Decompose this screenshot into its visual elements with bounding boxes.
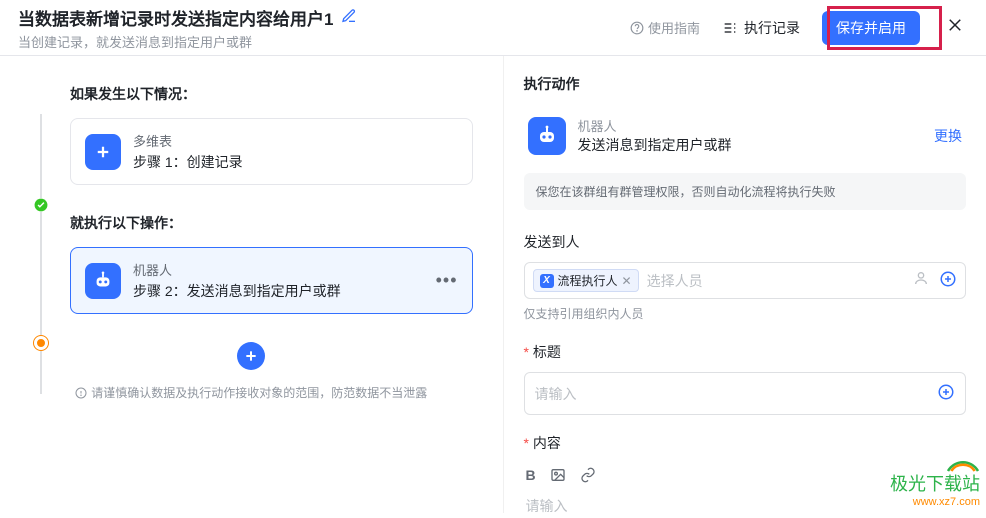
title-input[interactable]: 请输入 — [524, 372, 967, 415]
status-dot-pending — [34, 336, 48, 350]
action-title: 发送消息到指定用户或群 — [578, 135, 732, 155]
step-card-trigger[interactable]: 多维表 步骤 1：创建记录 — [70, 118, 473, 185]
guide-link[interactable]: 使用指南 — [630, 18, 700, 37]
privacy-tip: 请谨慎确认数据及执行动作接收对象的范围，防范数据不当泄露 — [30, 384, 473, 401]
image-icon[interactable] — [550, 467, 566, 486]
insert-variable-icon[interactable] — [937, 383, 955, 404]
exec-log-link[interactable]: 执行记录 — [722, 18, 800, 38]
add-person-icon[interactable] — [939, 270, 957, 291]
step2-name: 机器人 — [133, 260, 341, 279]
recipient-hint: 仅支持引用组织内人员 — [524, 305, 967, 322]
content-field-label: 内容 — [524, 433, 967, 453]
x-badge-icon: X — [540, 274, 554, 288]
remove-chip-icon[interactable]: ✕ — [622, 274, 632, 288]
add-step-button[interactable] — [237, 342, 265, 370]
content-editor[interactable]: 请输入 — [524, 494, 967, 518]
swap-action-link[interactable]: 更换 — [934, 126, 962, 146]
recipient-placeholder: 选择人员 — [647, 271, 905, 291]
link-icon[interactable] — [580, 467, 596, 486]
action-sub: 机器人 — [578, 116, 732, 135]
person-icon[interactable] — [913, 270, 929, 291]
step1-name: 多维表 — [133, 131, 243, 150]
status-dot-success — [34, 198, 48, 212]
right-pane: 执行动作 机器人 发送消息到指定用户或群 更换 保您在该群组有群管理权限，否则自… — [504, 56, 986, 513]
recipient-chip[interactable]: X 流程执行人 ✕ — [533, 269, 639, 292]
flow-line — [40, 114, 42, 394]
page-title: 当数据表新增记录时发送指定内容给用户1 — [18, 5, 333, 30]
bot-icon — [85, 263, 121, 299]
page-subtitle: 当创建记录，就发送消息到指定用户或群 — [18, 32, 357, 51]
step-card-action[interactable]: 机器人 步骤 2：发送消息到指定用户或群 ••• — [70, 247, 473, 314]
more-icon[interactable]: ••• — [436, 270, 458, 291]
bot-icon — [528, 117, 566, 155]
if-label: 如果发生以下情况： — [70, 84, 473, 104]
step1-desc: 步骤 1：创建记录 — [133, 152, 243, 172]
plus-icon — [85, 134, 121, 170]
header-left: 当数据表新增记录时发送指定内容给用户1 当创建记录，就发送消息到指定用户或群 — [18, 5, 357, 51]
step2-desc: 步骤 2：发送消息到指定用户或群 — [133, 281, 341, 301]
save-enable-button[interactable]: 保存并启用 — [822, 11, 920, 45]
action-section-label: 执行动作 — [524, 74, 967, 94]
title-field-label: 标题 — [524, 342, 967, 362]
header: 当数据表新增记录时发送指定内容给用户1 当创建记录，就发送消息到指定用户或群 使… — [0, 0, 986, 56]
edit-icon[interactable] — [341, 8, 357, 27]
bold-icon[interactable]: B — [526, 467, 536, 486]
then-label: 就执行以下操作： — [70, 213, 473, 233]
recipient-input[interactable]: X 流程执行人 ✕ 选择人员 — [524, 262, 967, 299]
permission-note: 保您在该群组有群管理权限，否则自动化流程将执行失败 — [524, 173, 967, 210]
editor-toolbar: B — [524, 463, 967, 490]
close-icon[interactable] — [942, 12, 968, 44]
action-header: 机器人 发送消息到指定用户或群 更换 — [524, 108, 967, 163]
send-to-label: 发送到人 — [524, 232, 967, 252]
left-pane: 如果发生以下情况： 多维表 步骤 1：创建记录 就执行以下操作： 机器人 步骤 … — [0, 56, 504, 513]
